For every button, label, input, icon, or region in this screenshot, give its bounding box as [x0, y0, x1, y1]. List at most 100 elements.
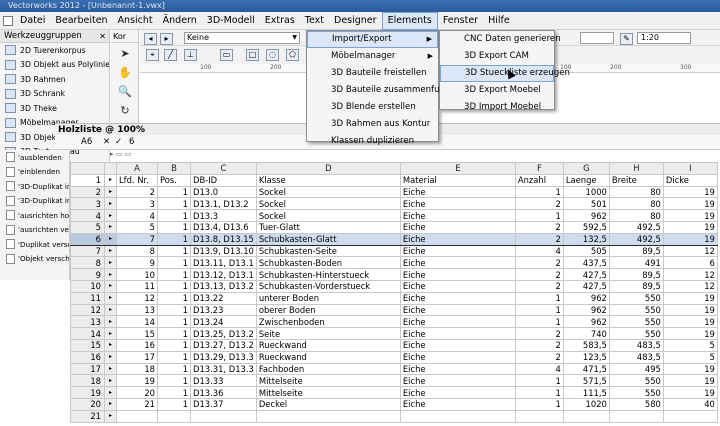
- row-number[interactable]: 13: [70, 315, 105, 329]
- select-rect-icon[interactable]: ▭: [220, 49, 233, 61]
- row-number[interactable]: 10: [70, 279, 105, 293]
- menu-item[interactable]: 3D Export Moebel: [440, 82, 554, 99]
- row-expand-icon[interactable]: ▸: [104, 350, 117, 364]
- menu-item[interactable]: 3D Bauteile freistellen: [307, 65, 438, 82]
- menu-item[interactable]: CNC Daten generieren: [440, 31, 561, 48]
- table-cell[interactable]: Rueckwand: [255, 350, 401, 364]
- table-cell[interactable]: 10: [116, 268, 158, 281]
- menu-8[interactable]: Elements: [381, 11, 438, 30]
- rectangle-tool-icon[interactable]: □: [246, 49, 259, 61]
- table-cell[interactable]: 19: [662, 185, 718, 199]
- command-item[interactable]: 'ausblenden: [0, 150, 69, 165]
- table-row[interactable]: 8 ▸ 9 1 D13.11, D13.1 Schubkasten-Boden Eiche 2…: [70, 256, 718, 270]
- menu-item[interactable]: Klassen duplizieren: [307, 133, 438, 150]
- polygon-tool-icon[interactable]: ⬠: [286, 49, 299, 61]
- table-cell[interactable]: [255, 409, 401, 423]
- scale-select[interactable]: 1:20: [637, 32, 691, 44]
- table-cell[interactable]: D13.25, D13.2: [190, 327, 257, 340]
- table-cell[interactable]: 1: [157, 244, 191, 258]
- table-cell[interactable]: 19: [662, 209, 718, 222]
- row-number[interactable]: 1: [70, 173, 105, 187]
- command-item[interactable]: 'Duplikat versch: [0, 237, 69, 252]
- table-cell[interactable]: 19: [662, 232, 718, 246]
- column-header[interactable]: E: [399, 162, 516, 175]
- cell-value-input[interactable]: 6: [129, 137, 134, 147]
- table-row[interactable]: 5 ▸ 5 1 D13.4, D13.6 Tuer-Glatt Eiche 2 592,5 492…: [70, 220, 718, 234]
- table-cell[interactable]: Eiche: [399, 350, 516, 364]
- rotate-tool-icon[interactable]: ↻: [115, 103, 135, 119]
- table-cell[interactable]: Eiche: [399, 197, 516, 211]
- table-cell[interactable]: 1000: [562, 185, 610, 199]
- table-cell[interactable]: 2: [514, 350, 564, 364]
- menu-10[interactable]: Hilfe: [483, 12, 515, 30]
- table-cell[interactable]: 19: [662, 220, 718, 234]
- table-cell[interactable]: 592,5: [562, 220, 610, 234]
- column-header[interactable]: F: [514, 162, 564, 175]
- table-cell[interactable]: 19: [662, 374, 718, 388]
- table-cell[interactable]: 1: [514, 209, 564, 222]
- table-cell[interactable]: 740: [562, 327, 610, 340]
- table-cell[interactable]: 12: [116, 291, 158, 305]
- table-cell[interactable]: Eiche: [399, 338, 516, 352]
- table-cell[interactable]: [662, 409, 718, 423]
- menu-5[interactable]: Extras: [260, 12, 300, 30]
- table-cell[interactable]: Schubkasten-Vorderstueck: [255, 279, 401, 293]
- table-cell[interactable]: 123,5: [562, 350, 610, 364]
- row-expand-icon[interactable]: ▸: [104, 409, 117, 423]
- table-cell[interactable]: D13.36: [190, 386, 257, 399]
- table-cell[interactable]: [157, 409, 191, 423]
- table-cell[interactable]: Schubkasten-Seite: [255, 244, 401, 258]
- menu-6[interactable]: Text: [300, 12, 329, 30]
- table-row[interactable]: 7 ▸ 8 1 D13.9, D13.10 Schubkasten-Seite Eiche 4…: [70, 244, 718, 258]
- table-cell[interactable]: 550: [608, 386, 664, 399]
- table-cell[interactable]: 1: [157, 303, 191, 317]
- table-cell[interactable]: 550: [608, 374, 664, 388]
- table-cell[interactable]: 5: [662, 350, 718, 364]
- row-expand-icon[interactable]: ▸: [104, 362, 117, 376]
- row-expand-icon[interactable]: ▸: [104, 291, 117, 305]
- row-number[interactable]: 19: [70, 386, 105, 399]
- table-cell[interactable]: Fachboden: [255, 362, 401, 376]
- table-cell[interactable]: 19: [662, 386, 718, 399]
- table-cell[interactable]: Klasse: [255, 173, 401, 187]
- table-cell[interactable]: D13.27, D13.2: [190, 338, 257, 352]
- command-item[interactable]: 'einblenden: [0, 165, 69, 180]
- row-expand-icon[interactable]: ▸: [104, 209, 117, 222]
- table-cell[interactable]: 483,5: [608, 350, 664, 364]
- table-cell[interactable]: Eiche: [399, 256, 516, 270]
- table-cell[interactable]: 2: [514, 232, 564, 246]
- table-cell[interactable]: 962: [562, 209, 610, 222]
- menu-item[interactable]: 3D Bauteile zusammenfuegen: [307, 82, 461, 99]
- table-cell[interactable]: 5: [116, 220, 158, 234]
- table-cell[interactable]: 501: [562, 197, 610, 211]
- table-cell[interactable]: 2: [514, 256, 564, 270]
- table-cell[interactable]: 1: [514, 303, 564, 317]
- table-cell[interactable]: 437,5: [562, 256, 610, 270]
- table-row[interactable]: 4 ▸ 4 1 D13.3 Sockel Eiche 1 962 80 19: [70, 209, 718, 222]
- table-cell[interactable]: D13.1, D13.2: [190, 197, 257, 211]
- tool-item[interactable]: 3D Rahmen: [0, 72, 109, 87]
- table-cell[interactable]: Laenge: [562, 173, 610, 187]
- table-cell[interactable]: 2: [514, 268, 564, 281]
- corner-cell[interactable]: [70, 162, 105, 175]
- table-cell[interactable]: Schubkasten-Boden: [255, 256, 401, 270]
- menu-item[interactable]: 3D Stueckliste erzeugen: [440, 65, 570, 82]
- table-cell[interactable]: 19: [662, 291, 718, 305]
- table-cell[interactable]: [608, 409, 664, 423]
- menu-item[interactable]: 3D Blende erstellen: [307, 99, 438, 116]
- table-cell[interactable]: 2: [514, 220, 564, 234]
- row-number[interactable]: 14: [70, 327, 105, 340]
- document-icon[interactable]: [3, 15, 13, 26]
- table-cell[interactable]: 2: [514, 327, 564, 340]
- table-cell[interactable]: Eiche: [399, 220, 516, 234]
- command-item[interactable]: 'ausrichten hori: [0, 208, 69, 223]
- row-number[interactable]: 12: [70, 303, 105, 317]
- table-cell[interactable]: D13.33: [190, 374, 257, 388]
- row-number[interactable]: 3: [70, 197, 105, 211]
- table-cell[interactable]: DB-ID: [190, 173, 257, 187]
- command-item[interactable]: '3D-Duplikat in: [0, 194, 69, 209]
- table-cell[interactable]: 571,5: [562, 374, 610, 388]
- row-expand-icon[interactable]: ▸: [104, 185, 117, 199]
- sheet-tab-controls[interactable]: ▸ ▭ ▭: [110, 150, 150, 162]
- menu-0[interactable]: Datei: [15, 12, 50, 30]
